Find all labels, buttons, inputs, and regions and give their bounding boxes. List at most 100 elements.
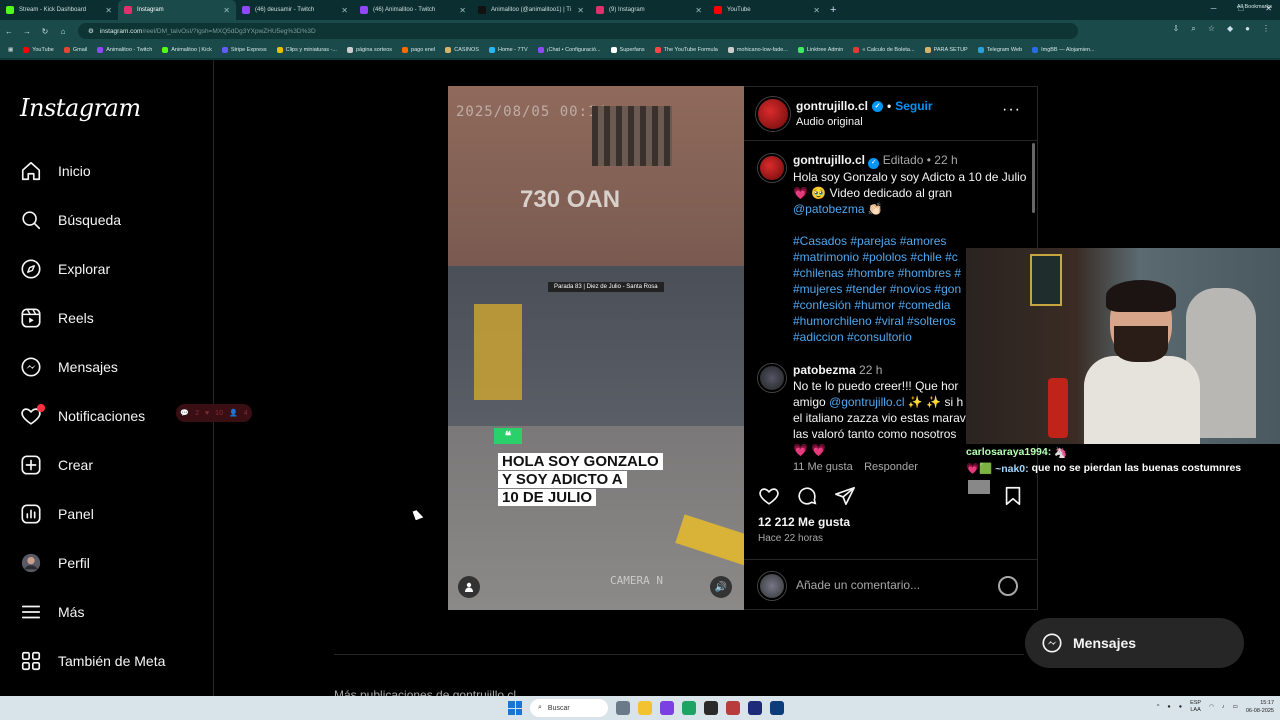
home-nav-icon[interactable]: ⌂ <box>54 27 72 36</box>
browser-tab[interactable]: (46) Animalitoo - Twitch ✕ <box>354 0 472 20</box>
bookmark-item[interactable]: Superfans <box>610 47 645 53</box>
sidebar-item[interactable]: También de Meta <box>20 650 165 672</box>
likes-count[interactable]: 12 212 Me gusta <box>758 515 850 529</box>
notification-summary-pill[interactable]: 💬 2 ♥ 10 👤 4 <box>176 404 252 422</box>
site-info-icon[interactable]: ⚙ <box>88 27 94 35</box>
sidebar-item[interactable]: Más <box>20 601 84 623</box>
browser-tab[interactable]: (9) Instagram ✕ <box>590 0 708 20</box>
bookmark-item[interactable]: YouTube <box>23 47 54 53</box>
tab-close-icon[interactable]: ✕ <box>105 6 112 15</box>
reload-icon[interactable]: ↻ <box>36 27 54 36</box>
sidebar-item[interactable]: Búsqueda <box>20 209 121 231</box>
volume-icon[interactable]: ♪ <box>1222 704 1225 710</box>
bookmark-item[interactable]: Animalitoo - Twitch <box>97 47 152 53</box>
messages-fab-button[interactable]: Mensajes <box>1025 618 1244 668</box>
instagram-logo[interactable]: Instagram <box>20 94 141 122</box>
comments-scrollbar[interactable] <box>1032 143 1035 213</box>
forward-icon[interactable]: → <box>18 27 36 36</box>
sidebar-item[interactable]: Crear <box>20 454 93 476</box>
back-icon[interactable]: ← <box>0 27 18 36</box>
sidebar-item[interactable]: Explorar <box>20 258 110 280</box>
author-avatar[interactable] <box>756 97 790 131</box>
tab-close-icon[interactable]: ✕ <box>577 6 584 15</box>
language-indicator[interactable]: ESP LAA <box>1190 700 1201 714</box>
sidebar-item[interactable]: Reels <box>20 307 94 329</box>
bookmark-item[interactable]: Home - 7TV <box>488 47 528 53</box>
comment-mention[interactable]: @gontrujillo.cl <box>829 395 905 409</box>
author-username[interactable]: gontrujillo.cl <box>796 99 868 113</box>
comment-input[interactable]: Añade un comentario... <box>796 578 920 592</box>
comment-username[interactable]: patobezma <box>793 363 856 377</box>
bookmark-item[interactable]: Animalitoo | Kick <box>162 47 212 53</box>
more-options-icon[interactable]: ··· <box>1002 101 1021 119</box>
bookmark-item[interactable]: « Calculo de Boleta... <box>853 47 915 53</box>
app-icon[interactable] <box>726 701 740 715</box>
bookmark-item[interactable]: Telegram Web <box>977 47 1022 53</box>
bookmark-item[interactable]: The YouTube Formula <box>654 47 718 53</box>
emoji-icon[interactable] <box>998 576 1018 596</box>
save-bookmark-icon[interactable] <box>1002 485 1024 507</box>
url-input[interactable]: ⚙ instagram.com/reel/DM_taIvOsI/?igsh=MX… <box>78 23 1078 39</box>
caption-avatar[interactable] <box>758 154 786 182</box>
sound-icon[interactable]: 🔊 <box>710 576 732 598</box>
tray-app-icon[interactable]: ● <box>1179 704 1182 710</box>
zoom-icon[interactable]: ⌕ <box>1191 24 1195 34</box>
share-icon[interactable] <box>834 485 856 507</box>
like-heart-icon[interactable] <box>758 485 780 507</box>
app-icon[interactable] <box>704 701 718 715</box>
tab-close-icon[interactable]: ✕ <box>341 6 348 15</box>
browser-tab[interactable]: Animalitoo (@animalitoo1) | Ti ✕ <box>472 0 590 20</box>
bookmark-item[interactable]: Gmail <box>63 47 87 53</box>
wifi-icon[interactable]: ◠ <box>1209 704 1214 710</box>
tray-chevron-icon[interactable]: ^ <box>1157 704 1160 710</box>
file-explorer-icon[interactable] <box>638 701 652 715</box>
sidebar-item[interactable]: Panel <box>20 503 94 525</box>
tab-close-icon[interactable]: ✕ <box>223 6 230 15</box>
comment-likes[interactable]: 11 Me gusta <box>793 461 853 472</box>
bookmark-star-icon[interactable]: ☆ <box>1208 24 1215 34</box>
caption-mention[interactable]: @patobezma <box>793 202 865 216</box>
bookmark-item[interactable]: Clips y miniaturas -... <box>276 47 337 53</box>
battery-icon[interactable]: ▭ <box>1233 704 1238 710</box>
clock[interactable]: 15:17 06-08-2025 <box>1246 699 1274 715</box>
extension-icon[interactable]: ◆ <box>1227 24 1233 34</box>
bookmark-item[interactable]: ¡Chat • Configuració... <box>537 47 601 53</box>
bookmark-item[interactable]: página sorteos <box>346 47 392 53</box>
app-icon[interactable] <box>660 701 674 715</box>
sidebar-item[interactable]: Mensajes <box>20 356 118 378</box>
comment-icon[interactable] <box>796 485 818 507</box>
bookmark-item[interactable]: PARA SETUP <box>924 47 968 53</box>
tray-app-icon[interactable]: ● <box>1167 704 1170 710</box>
bookmark-item[interactable]: Linktree Admin <box>797 47 843 53</box>
browser-tab[interactable]: Stream - Kick Dashboard ✕ <box>0 0 118 20</box>
browser-tab[interactable]: Instagram ✕ <box>118 0 236 20</box>
tab-close-icon[interactable]: ✕ <box>813 6 820 15</box>
new-tab-icon[interactable]: + <box>830 4 836 16</box>
taskbar-search[interactable]: ⌕ Buscar <box>530 699 608 717</box>
tab-close-icon[interactable]: ✕ <box>459 6 466 15</box>
hashtag-line[interactable]: #Casados #parejas #amores <box>793 233 1033 249</box>
bookmark-item[interactable]: pago enel <box>402 47 435 53</box>
comment-avatar[interactable] <box>758 364 786 392</box>
photoshop-icon[interactable] <box>770 701 784 715</box>
widgets-icon[interactable] <box>616 701 630 715</box>
chrome-icon[interactable] <box>682 701 696 715</box>
sidebar-item[interactable]: Notificaciones <box>20 404 145 427</box>
premiere-icon[interactable] <box>748 701 762 715</box>
follow-button[interactable]: Seguir <box>895 99 932 113</box>
reply-button[interactable]: Responder <box>864 461 918 472</box>
profile-icon[interactable]: ● <box>1245 24 1250 34</box>
sidebar-item[interactable]: Inicio <box>20 160 91 182</box>
start-icon[interactable] <box>508 701 522 715</box>
menu-dots-icon[interactable]: ⋮ <box>1262 24 1270 34</box>
tagged-user-icon[interactable] <box>458 576 480 598</box>
bookmark-item[interactable]: ImgBB — Alojamien... <box>1032 47 1095 53</box>
browser-tab[interactable]: (46) deusamir - Twitch ✕ <box>236 0 354 20</box>
bookmark-item[interactable]: mohicano-low-fade... <box>727 47 788 53</box>
caption-username[interactable]: gontrujillo.cl <box>793 153 865 167</box>
reel-video[interactable]: 2025/08/05 00:14 730 OAN Parada 83 | Die… <box>448 86 744 610</box>
sidebar-item[interactable]: Perfil <box>20 552 90 574</box>
install-icon[interactable]: ⇩ <box>1173 24 1180 34</box>
tab-close-icon[interactable]: ✕ <box>695 6 702 15</box>
minimize-icon[interactable]: ─ <box>1211 4 1217 13</box>
